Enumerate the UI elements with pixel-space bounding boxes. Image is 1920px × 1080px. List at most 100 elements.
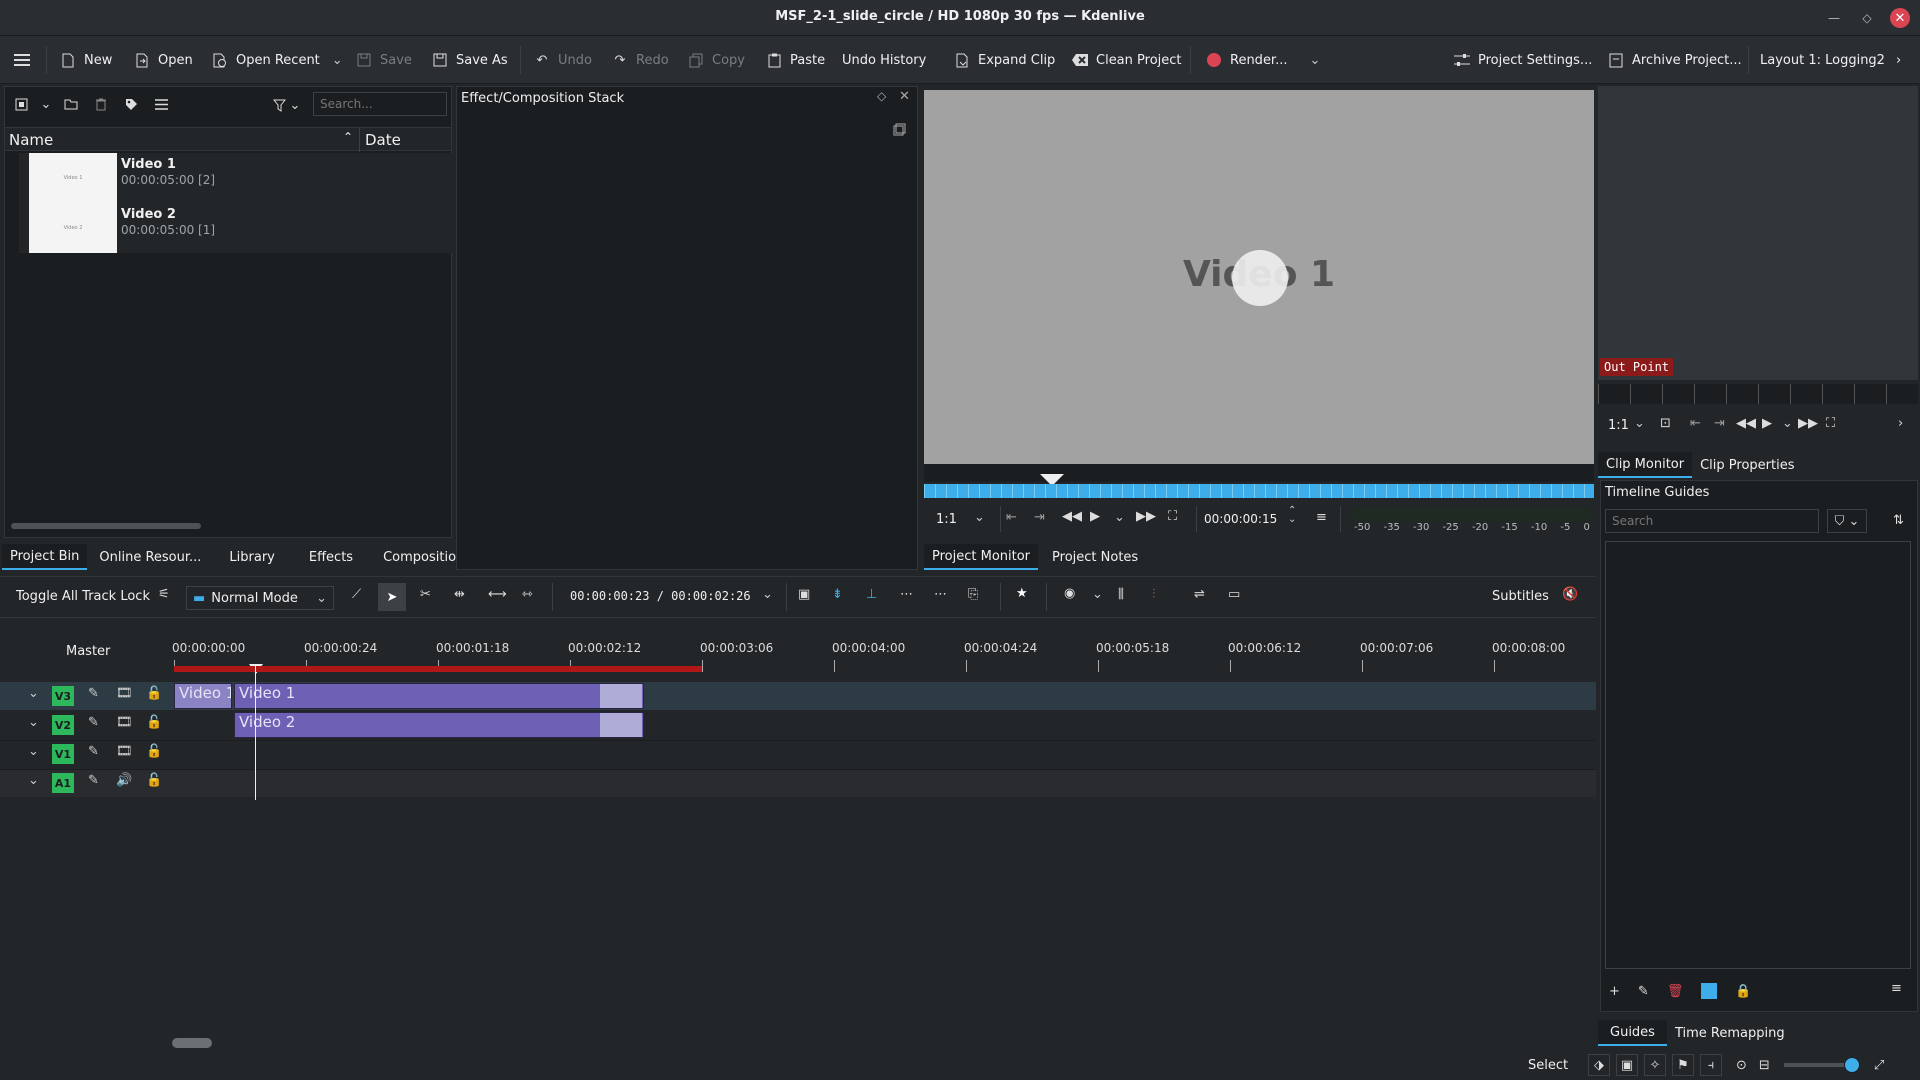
split-icon[interactable]: ⫞: [1700, 1054, 1722, 1076]
rewind-icon[interactable]: ◀◀: [1736, 416, 1756, 431]
effect-wand-icon[interactable]: ✎: [88, 715, 99, 730]
monitor-timeline-bar[interactable]: [924, 464, 1594, 486]
track-label[interactable]: V2: [52, 715, 74, 735]
overwrite-icon[interactable]: ▣: [798, 587, 810, 602]
open-button[interactable]: Open: [132, 48, 193, 72]
bin-item[interactable]: Video 2 Video 2 00:00:05:00 [1]: [19, 203, 455, 253]
chevron-right-icon[interactable]: ›: [1896, 48, 1901, 72]
add-guide-icon[interactable]: +: [1609, 984, 1620, 999]
fit-icon[interactable]: ⊡: [1660, 416, 1671, 431]
razor-icon[interactable]: ✂: [420, 587, 431, 602]
fullscreen-icon[interactable]: ⛶: [1826, 416, 1835, 431]
close-icon[interactable]: ✕: [899, 89, 910, 104]
chevron-down-icon[interactable]: ⌄: [1309, 53, 1320, 68]
redo-button[interactable]: ↷ Redo: [610, 48, 669, 72]
column-date[interactable]: Date: [365, 131, 401, 149]
menu-icon[interactable]: ≡: [1891, 981, 1902, 996]
delete-icon[interactable]: 🗑: [1667, 984, 1684, 999]
zoom-fit-icon[interactable]: ⊙: [1736, 1058, 1747, 1073]
hamburger-menu-button[interactable]: [12, 48, 32, 72]
spacer-tool-icon[interactable]: ⟋: [352, 587, 361, 602]
timeline-zone[interactable]: [174, 666, 702, 672]
forward-icon[interactable]: ▶▶: [1136, 509, 1156, 524]
zoom-slider-handle[interactable]: [1843, 1057, 1860, 1073]
folder-icon[interactable]: [61, 94, 81, 114]
zone-icon[interactable]: ⋯: [934, 587, 947, 602]
clip-monitor-video[interactable]: Out Point: [1598, 86, 1918, 380]
play-icon[interactable]: ▶: [1090, 509, 1100, 524]
undo-button[interactable]: ↶ Undo: [532, 48, 592, 72]
chevron-down-icon[interactable]: ⌄: [1114, 510, 1125, 525]
sort-icon[interactable]: ⇅: [1893, 513, 1904, 528]
archive-project-button[interactable]: Archive Project...: [1606, 48, 1742, 72]
timeline-clip[interactable]: Video 2: [234, 712, 644, 738]
zoom-select[interactable]: 1:1: [936, 512, 957, 527]
clip-zoom-select[interactable]: 1:1: [1608, 418, 1629, 433]
speaker-icon[interactable]: 🔊: [116, 773, 132, 788]
column-name[interactable]: Name: [9, 131, 53, 149]
effect-wand-icon[interactable]: ✎: [88, 773, 99, 788]
composition-marker[interactable]: [600, 684, 642, 708]
tab-online-resources[interactable]: Online Resour...: [91, 544, 209, 570]
lock-icon[interactable]: 🔓: [146, 773, 162, 788]
save-as-button[interactable]: Save As: [430, 48, 508, 72]
bin-search-input[interactable]: [313, 92, 447, 116]
star-icon[interactable]: ★: [1016, 586, 1028, 601]
zoom-out-icon[interactable]: ⊟: [1759, 1058, 1770, 1073]
collapse-icon[interactable]: ⌄: [28, 773, 39, 788]
extract-icon[interactable]: ⋯: [900, 587, 913, 602]
paste-button[interactable]: Paste: [764, 48, 825, 72]
copy-button[interactable]: Copy: [686, 48, 745, 72]
maximize-icon[interactable]: ◇: [1857, 8, 1877, 28]
add-clip-icon[interactable]: [11, 94, 31, 114]
tab-guides[interactable]: Guides: [1598, 1020, 1667, 1046]
project-settings-button[interactable]: Project Settings...: [1452, 48, 1592, 72]
lock-icon[interactable]: 🔓: [146, 715, 162, 730]
set-out-icon[interactable]: ⇥: [1714, 416, 1725, 431]
chevron-down-icon[interactable]: ⌄: [332, 53, 343, 68]
chevron-right-icon[interactable]: ›: [1898, 416, 1903, 431]
track-label[interactable]: V3: [52, 686, 74, 706]
delete-icon[interactable]: [91, 94, 111, 114]
list-view-icon[interactable]: [151, 94, 171, 114]
chevron-down-icon[interactable]: ⌄: [1634, 416, 1645, 431]
sort-ascending-icon[interactable]: ⌃: [343, 130, 353, 144]
tab-project-notes[interactable]: Project Notes: [1044, 544, 1146, 570]
timeline-timecode[interactable]: 00:00:00:23 / 00:00:02:26: [570, 589, 751, 603]
save-icon[interactable]: ▣: [1616, 1054, 1638, 1076]
composition-marker[interactable]: [600, 713, 642, 737]
guides-filter-button[interactable]: ⛉ ⌄: [1827, 509, 1867, 533]
collapse-icon[interactable]: ⌄: [28, 744, 39, 759]
track-row-a1[interactable]: [0, 769, 1596, 797]
set-out-icon[interactable]: ⇥: [1034, 510, 1045, 525]
clean-project-button[interactable]: Clean Project: [1070, 48, 1182, 72]
toggle-track-lock-button[interactable]: Toggle All Track Lock: [16, 589, 150, 604]
layout-button[interactable]: Layout 1: Logging2: [1760, 48, 1885, 72]
undo-history-button[interactable]: Undo History: [842, 48, 926, 72]
film-icon[interactable]: 🎞: [116, 686, 133, 701]
horizontal-scrollbar[interactable]: [11, 523, 201, 529]
film-icon[interactable]: 🎞: [116, 715, 133, 730]
lock-icon[interactable]: 🔓: [146, 686, 162, 701]
copy-effect-icon[interactable]: [893, 123, 906, 136]
chevron-down-icon[interactable]: ⌄: [289, 95, 301, 115]
flag-icon[interactable]: ⚑: [1672, 1054, 1694, 1076]
set-in-icon[interactable]: ⇤: [1690, 416, 1701, 431]
split-icon[interactable]: ⫶: [1152, 587, 1155, 602]
guides-search-input[interactable]: [1605, 509, 1819, 533]
chevron-down-icon[interactable]: ⌄: [762, 587, 773, 602]
effect-wand-icon[interactable]: ✎: [88, 744, 99, 759]
tab-library[interactable]: Library: [221, 544, 282, 570]
subtitles-label[interactable]: Subtitles: [1492, 589, 1549, 604]
minimize-icon[interactable]: —: [1824, 8, 1844, 28]
tag-icon[interactable]: [121, 94, 141, 114]
save-button[interactable]: Save: [354, 48, 412, 72]
edit-icon[interactable]: ✎: [1638, 984, 1649, 999]
float-icon[interactable]: ◇: [877, 89, 886, 103]
timecode-spinner[interactable]: ⌃ ⌄: [1288, 506, 1296, 525]
new-button[interactable]: New: [58, 48, 112, 72]
forward-icon[interactable]: ▶▶: [1798, 416, 1818, 431]
ripple-icon[interactable]: ⇿: [522, 587, 533, 602]
zoom-in-icon[interactable]: ⤢: [1874, 1058, 1884, 1073]
tab-time-remapping[interactable]: Time Remapping: [1667, 1020, 1793, 1046]
